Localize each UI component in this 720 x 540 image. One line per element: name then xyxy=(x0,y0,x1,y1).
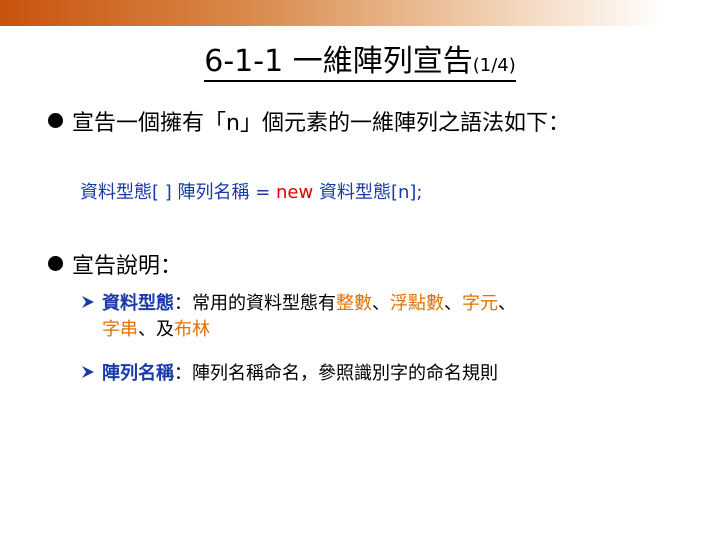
title-main: 6-1-1 一維陣列宣告 xyxy=(204,44,473,79)
syntax-code-line: 資料型態[ ] 陣列名稱 = new 資料型態[n]; xyxy=(80,180,422,206)
sub-item-array-name: 陣列名稱：陣列名稱命名，參照識別字的命名規則 xyxy=(80,361,680,387)
term-data-type: 資料型態 xyxy=(102,293,174,314)
slide-title: 6-1-1 一維陣列宣告(1/4) xyxy=(0,40,720,88)
type-boolean: 布林 xyxy=(174,319,210,340)
type-string: 字串 xyxy=(102,319,138,340)
title-page-indicator: (1/4) xyxy=(472,55,516,76)
sub-item-data-type: 資料型態：常用的資料型態有整數、浮點數、字元、 字串、及布林 xyxy=(80,291,680,343)
top-decor-bar xyxy=(0,0,720,26)
code-new-keyword: new xyxy=(276,182,314,203)
bullet-dot-icon xyxy=(48,113,63,128)
title-underlined: 6-1-1 一維陣列宣告(1/4) xyxy=(204,44,516,82)
type-char: 字元 xyxy=(462,293,498,314)
sub-item-data-type-line2: 字串、及布林 xyxy=(80,317,680,343)
code-part-2: 資料型態[n]; xyxy=(313,182,423,203)
term-array-name: 陣列名稱 xyxy=(102,363,174,384)
bullet-syntax: 宣告一個擁有「n」個元素的一維陣列之語法如下： xyxy=(48,109,570,139)
arrowhead-icon xyxy=(82,296,94,308)
bullet-syntax-text: 宣告一個擁有「n」個元素的一維陣列之語法如下： xyxy=(72,111,570,136)
type-integer: 整數 xyxy=(336,293,372,314)
sep-2: 、 xyxy=(444,293,462,314)
bullet-description-text: 宣告說明： xyxy=(72,254,183,279)
sep-4: 、及 xyxy=(138,319,174,340)
arrowhead-icon xyxy=(82,366,94,378)
type-float: 浮點數 xyxy=(390,293,444,314)
bullet-dot-icon xyxy=(48,256,63,271)
bullet-description: 宣告說明： xyxy=(48,252,182,282)
code-part-1: 資料型態[ ] 陣列名稱 = xyxy=(80,182,277,203)
sep-3: 、 xyxy=(498,293,516,314)
array-name-desc: ：陣列名稱命名，參照識別字的命名規則 xyxy=(174,363,498,384)
sep-1: 、 xyxy=(372,293,390,314)
data-type-desc: ：常用的資料型態有 xyxy=(174,293,336,314)
